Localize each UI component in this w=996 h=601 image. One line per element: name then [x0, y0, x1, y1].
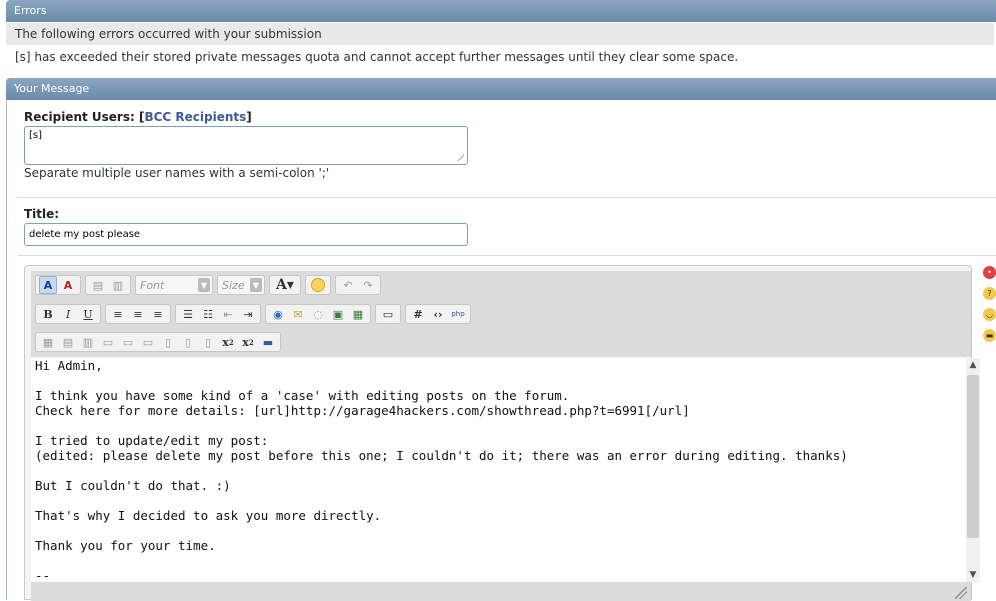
ordered-list-icon[interactable]: ☰ — [179, 305, 197, 323]
subscript-icon[interactable]: x2 — [219, 333, 237, 351]
table-icon[interactable]: ▦ — [39, 333, 57, 351]
message-line: I think you have some kind of a 'case' w… — [35, 388, 570, 403]
hash-icon[interactable]: # — [409, 305, 427, 323]
size-select-label: Size — [222, 278, 245, 292]
toolbar-group-lists: ☰ ☷ ⇤ ⇥ — [175, 304, 261, 324]
toolbar-group-text-style: B I U — [35, 304, 101, 324]
toolbar-group-smilie — [305, 275, 331, 295]
resize-grip-icon[interactable] — [457, 154, 464, 161]
email-icon[interactable]: ✉ — [289, 305, 307, 323]
recipient-value: [s] — [29, 130, 43, 141]
scroll-up-icon[interactable]: ▲ — [966, 358, 980, 372]
message-line: Thank you for your time. — [35, 538, 216, 553]
bold-icon[interactable]: B — [39, 305, 57, 323]
link-icon[interactable]: ◉ — [269, 305, 287, 323]
divider — [18, 255, 996, 256]
toolbar-group-quote: ▭ — [375, 304, 401, 324]
align-center-icon[interactable]: ≡ — [129, 305, 147, 323]
insert-row-above-icon[interactable]: ▭ — [99, 333, 117, 351]
insert-column-left-icon[interactable]: ▯ — [159, 333, 177, 351]
paste-icon[interactable]: ▤ — [89, 276, 107, 294]
errors-header: Errors — [6, 0, 996, 22]
toolbar-row-1: A A ▤ ▥ Font ▼ Size ▼ A▾ ↶ ↷ — [35, 275, 381, 295]
message-textarea[interactable]: Hi Admin, I think you have some kind of … — [31, 358, 966, 582]
toolbar-group-undo: ↶ ↷ — [335, 275, 381, 295]
underline-icon[interactable]: U — [79, 305, 97, 323]
align-right-icon[interactable]: ≡ — [149, 305, 167, 323]
recipient-input[interactable]: [s] — [24, 126, 468, 165]
chevron-down-icon: ▼ — [250, 278, 262, 292]
redo-icon[interactable]: ↷ — [359, 276, 377, 294]
errors-heading: The following errors occurred with your … — [6, 23, 994, 45]
size-select[interactable]: Size ▼ — [217, 275, 265, 295]
message-line: I tried to update/edit my post: — [35, 433, 269, 448]
horizontal-rule-icon[interactable]: ▬ — [259, 333, 277, 351]
delete-column-icon[interactable]: ▯ — [199, 333, 217, 351]
editor-toolbar: A A ▤ ▥ Font ▼ Size ▼ A▾ ↶ ↷ B I U ≡ ≡ ≡… — [31, 271, 971, 357]
message-line: But I couldn't do that. :) — [35, 478, 231, 493]
toolbar-group-align: ≡ ≡ ≡ — [105, 304, 171, 324]
toolbar-group-code: # ‹› php — [405, 304, 471, 324]
smilies-panel: • ? ◡ ▬ — [983, 266, 996, 350]
toolbar-group-insert: ◉ ✉ ◌ ▣ ▦ — [265, 304, 371, 324]
remove-formatting-icon[interactable]: A — [59, 276, 77, 294]
scroll-down-icon[interactable]: ▼ — [966, 568, 980, 582]
insert-column-right-icon[interactable]: ▯ — [179, 333, 197, 351]
chevron-down-icon: ▼ — [198, 278, 210, 292]
angry-smiley-icon[interactable]: • — [983, 266, 996, 279]
table-properties-icon[interactable]: ▥ — [79, 333, 97, 351]
switch-editor-mode-icon[interactable]: A — [39, 276, 57, 294]
smilie-icon[interactable] — [309, 276, 327, 294]
insert-row-below-icon[interactable]: ▭ — [119, 333, 137, 351]
recipient-label-group: Recipient Users: [BCC Recipients] — [24, 110, 252, 124]
text-color-icon[interactable]: A▾ — [273, 276, 297, 294]
textarea-scrollbar[interactable]: ▲ ▼ — [966, 358, 980, 582]
recipient-hint: Separate multiple user names with a semi… — [24, 166, 330, 180]
undo-icon[interactable]: ↶ — [339, 276, 357, 294]
code-icon[interactable]: ‹› — [429, 305, 447, 323]
indent-icon[interactable]: ⇥ — [239, 305, 257, 323]
toolbar-row-2: B I U ≡ ≡ ≡ ☰ ☷ ⇤ ⇥ ◉ ✉ ◌ ▣ ▦ ▭ # ‹› php — [35, 304, 471, 324]
bcc-recipients-link[interactable]: BCC Recipients — [144, 110, 246, 124]
toolbar-group-mode: A A — [35, 275, 81, 295]
align-left-icon[interactable]: ≡ — [109, 305, 127, 323]
smile-smiley-icon[interactable]: ◡ — [983, 308, 996, 321]
editor-status-bar — [31, 582, 971, 601]
outdent-icon[interactable]: ⇤ — [219, 305, 237, 323]
resize-grip-icon[interactable] — [955, 587, 967, 599]
message-editor: A A ▤ ▥ Font ▼ Size ▼ A▾ ↶ ↷ B I U ≡ ≡ ≡… — [24, 265, 980, 601]
php-icon[interactable]: php — [449, 305, 467, 323]
superscript-icon[interactable]: x2 — [239, 333, 257, 351]
message-line: -- — [35, 568, 51, 582]
font-select[interactable]: Font ▼ — [135, 275, 213, 295]
image-icon[interactable]: ▣ — [329, 305, 347, 323]
toolbar-group-clipboard: ▤ ▥ — [85, 275, 131, 295]
toolbar-row-3: ▦ ▤ ▥ ▭ ▭ ▭ ▯ ▯ ▯ x2 x2 ▬ — [35, 332, 281, 352]
scrollbar-thumb[interactable] — [967, 375, 979, 538]
paste-text-icon[interactable]: ▥ — [109, 276, 127, 294]
error-message: [s] has exceeded their stored private me… — [15, 50, 739, 64]
toolbar-group-color: A▾ — [269, 275, 301, 295]
message-line: (edited: please delete my post before th… — [35, 448, 848, 463]
unlink-icon[interactable]: ◌ — [309, 305, 327, 323]
font-select-label: Font — [140, 278, 165, 292]
message-line: Hi Admin, — [35, 358, 103, 373]
bcc-close-bracket: ] — [246, 110, 252, 124]
confused-smiley-icon[interactable]: ? — [983, 287, 996, 300]
video-icon[interactable]: ▦ — [349, 305, 367, 323]
recipient-label: Recipient Users: — [24, 110, 135, 124]
title-label: Title: — [24, 207, 60, 221]
message-line: That's why I decided to ask you more dir… — [35, 508, 382, 523]
title-input[interactable]: delete my post please — [24, 223, 468, 246]
delete-row-icon[interactable]: ▭ — [139, 333, 157, 351]
cool-smiley-icon[interactable]: ▬ — [983, 329, 996, 342]
quote-icon[interactable]: ▭ — [379, 305, 397, 323]
divider — [18, 197, 996, 198]
toolbar-group-table: ▦ ▤ ▥ ▭ ▭ ▭ ▯ ▯ ▯ x2 x2 ▬ — [35, 332, 281, 352]
your-message-header: Your Message — [6, 78, 996, 100]
unordered-list-icon[interactable]: ☷ — [199, 305, 217, 323]
table-delete-icon[interactable]: ▤ — [59, 333, 77, 351]
message-line: Check here for more details: [url]http:/… — [35, 403, 690, 418]
italic-icon[interactable]: I — [59, 305, 77, 323]
